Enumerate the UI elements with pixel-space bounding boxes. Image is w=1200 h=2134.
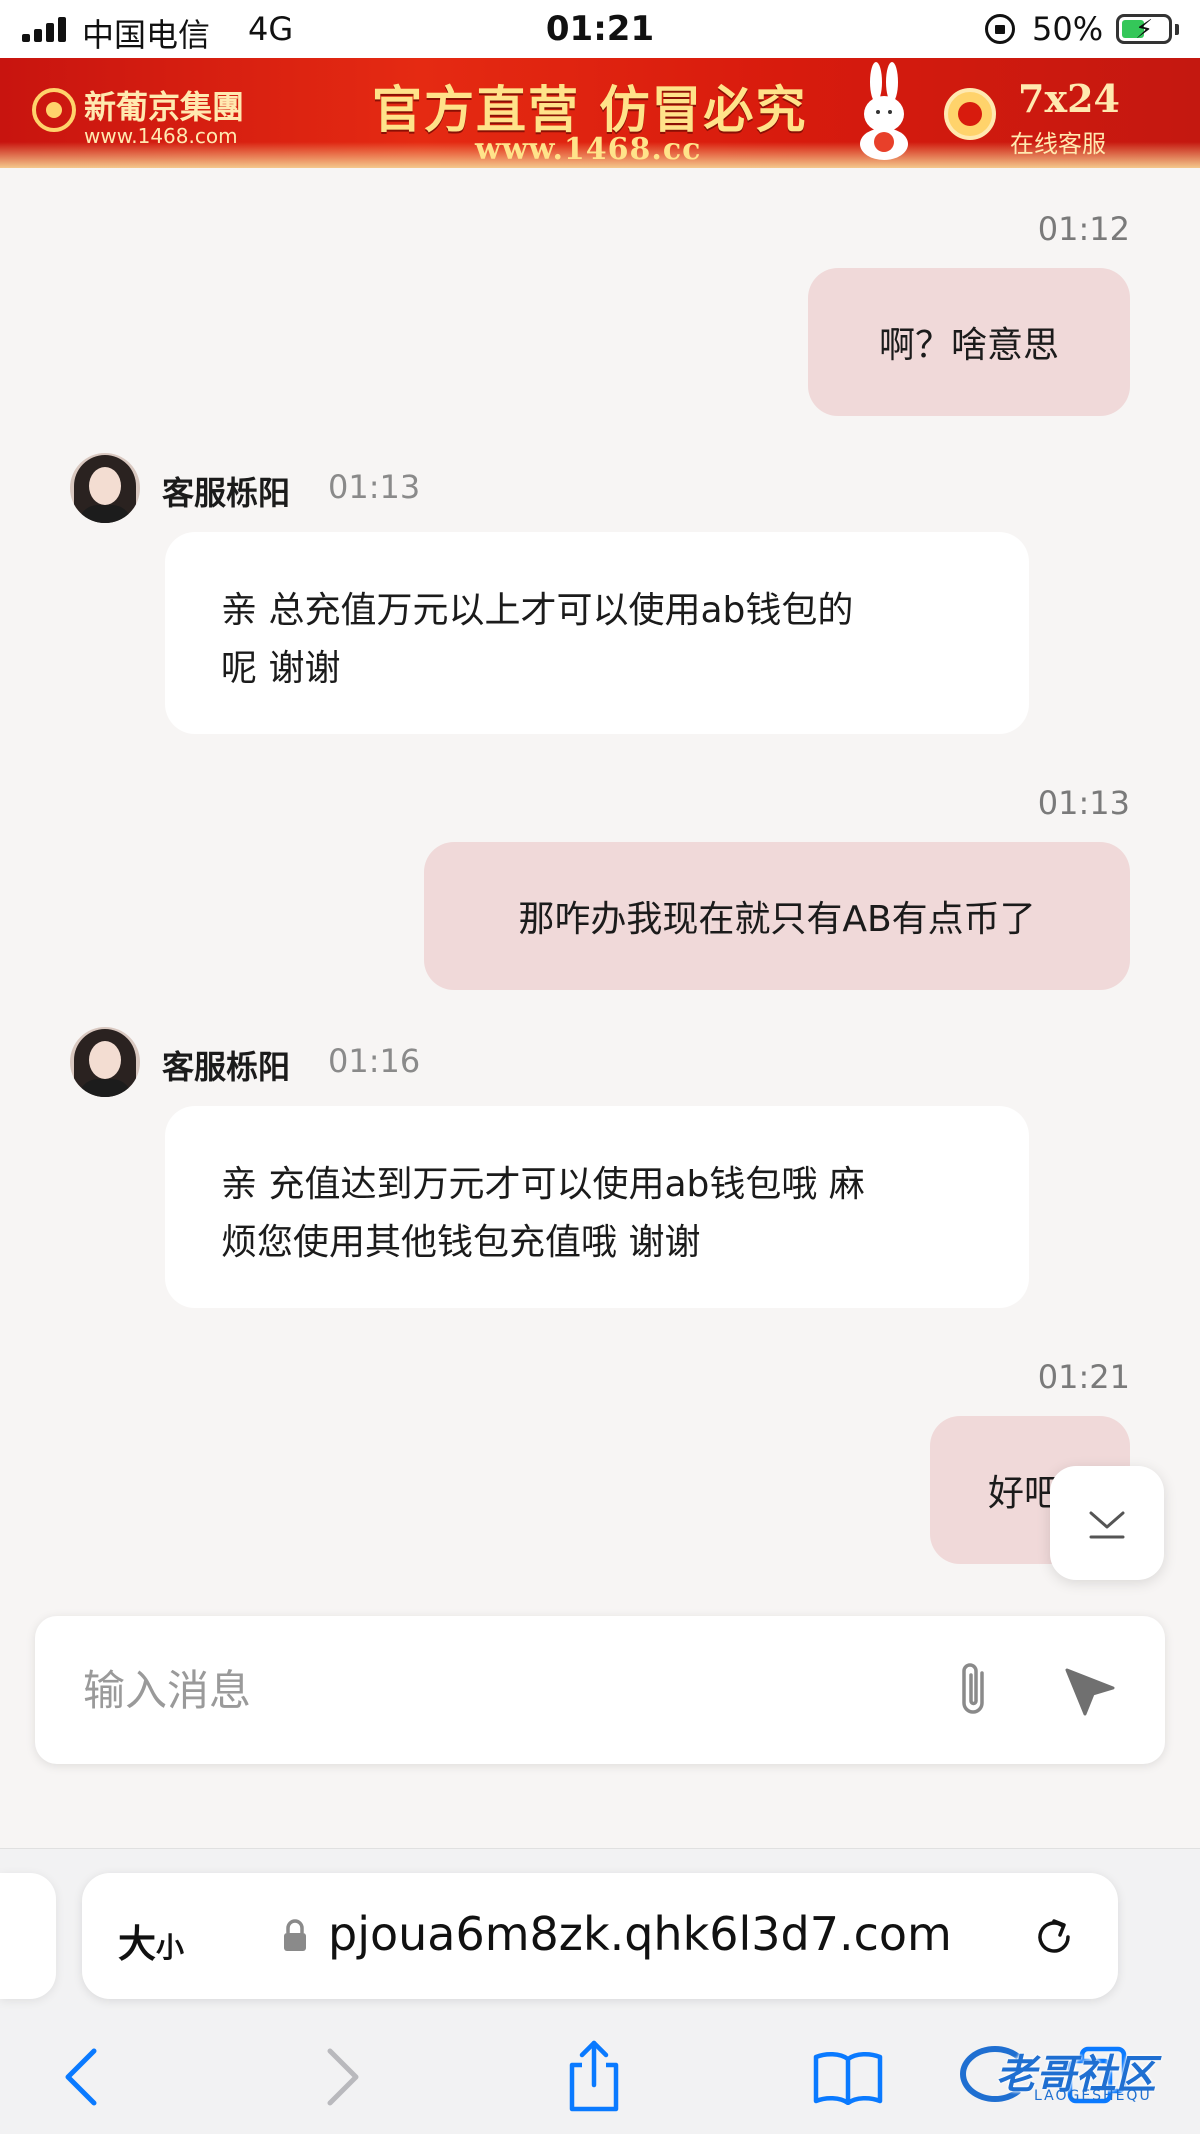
message-text-line: 亲 充值达到万元才可以使用ab钱包哦 麻	[221, 1164, 865, 1205]
battery-cap	[1175, 24, 1179, 35]
customer-service-icon	[944, 88, 996, 140]
message-text-line: 亲 总充值万元以上才可以使用ab钱包的	[221, 590, 854, 631]
battery-percentage: 50%	[1032, 10, 1104, 48]
url-text[interactable]: pjoua6m8zk.qhk6l3d7.com	[328, 1907, 952, 1961]
message-timestamp: 01:21	[1037, 1358, 1130, 1396]
message-input[interactable]	[83, 1660, 903, 1720]
clock: 01:21	[545, 9, 655, 49]
ad-brand-url: www.1468.com	[84, 124, 238, 148]
incoming-message-bubble[interactable]: 亲 总充值万元以上才可以使用ab钱包的 呢 谢谢	[165, 532, 1029, 734]
message-timestamp: 01:13	[328, 468, 421, 506]
previous-tab-preview[interactable]	[0, 1873, 56, 1999]
paperclip-icon[interactable]	[952, 1659, 996, 1721]
agent-name: 客服栎阳	[162, 1048, 291, 1086]
forward-icon[interactable]	[322, 2047, 362, 2107]
message-timestamp: 01:16	[328, 1042, 421, 1080]
send-arrow-icon[interactable]	[1063, 1666, 1117, 1718]
bookmarks-icon[interactable]	[812, 2049, 884, 2105]
share-icon[interactable]	[564, 2039, 624, 2115]
ad-brand-name: 新葡京集團	[84, 88, 245, 126]
watermark-subtext: LAOGESHEQU	[1034, 2088, 1152, 2104]
brand-logo-icon	[32, 88, 76, 132]
message-timestamp: 01:13	[1037, 784, 1130, 822]
ad-service-label: 在线客服	[1010, 130, 1106, 158]
message-text-line: 烦您使用其他钱包充值哦 谢谢	[221, 1222, 701, 1263]
message-composer	[35, 1616, 1165, 1764]
outgoing-message-bubble[interactable]: 那咋办我现在就只有AB有点币了	[424, 842, 1130, 990]
battery-icon: ⚡	[1116, 14, 1172, 45]
status-bar: 中国电信 4G 01:21 50% ⚡	[0, 0, 1200, 58]
ad-service-hours: 7x24	[1018, 76, 1120, 121]
text-size-button[interactable]: 大小	[118, 1913, 184, 1968]
outgoing-message-bubble[interactable]: 啊？啥意思	[808, 268, 1130, 416]
incoming-message-bubble[interactable]: 亲 充值达到万元才可以使用ab钱包哦 麻 烦您使用其他钱包充值哦 谢谢	[165, 1106, 1029, 1308]
reload-icon[interactable]	[1030, 1913, 1078, 1961]
rabbit-mascot-icon	[860, 62, 908, 160]
message-timestamp: 01:12	[1037, 210, 1130, 248]
message-text-line: 呢 谢谢	[221, 648, 341, 689]
agent-name: 客服栎阳	[162, 474, 291, 512]
chevron-down-to-bottom-icon	[1089, 1511, 1125, 1539]
rotation-lock-icon	[985, 14, 1015, 44]
ad-banner[interactable]: 新葡京集團 www.1468.com 官方直营 仿冒必究 www.1468.cc…	[0, 58, 1200, 168]
charging-bolt-icon: ⚡	[1135, 15, 1154, 45]
address-bar[interactable]: 大小 pjoua6m8zk.qhk6l3d7.com	[82, 1873, 1118, 1999]
back-icon[interactable]	[62, 2047, 102, 2107]
agent-avatar[interactable]	[70, 453, 140, 523]
scroll-to-bottom-button[interactable]	[1050, 1466, 1164, 1580]
agent-avatar[interactable]	[70, 1027, 140, 1097]
watermark-logo: 老哥社区 LAOGESHEQU	[960, 2038, 1190, 2110]
lock-icon	[284, 1919, 306, 1951]
ad-url: www.1468.cc	[475, 132, 702, 167]
